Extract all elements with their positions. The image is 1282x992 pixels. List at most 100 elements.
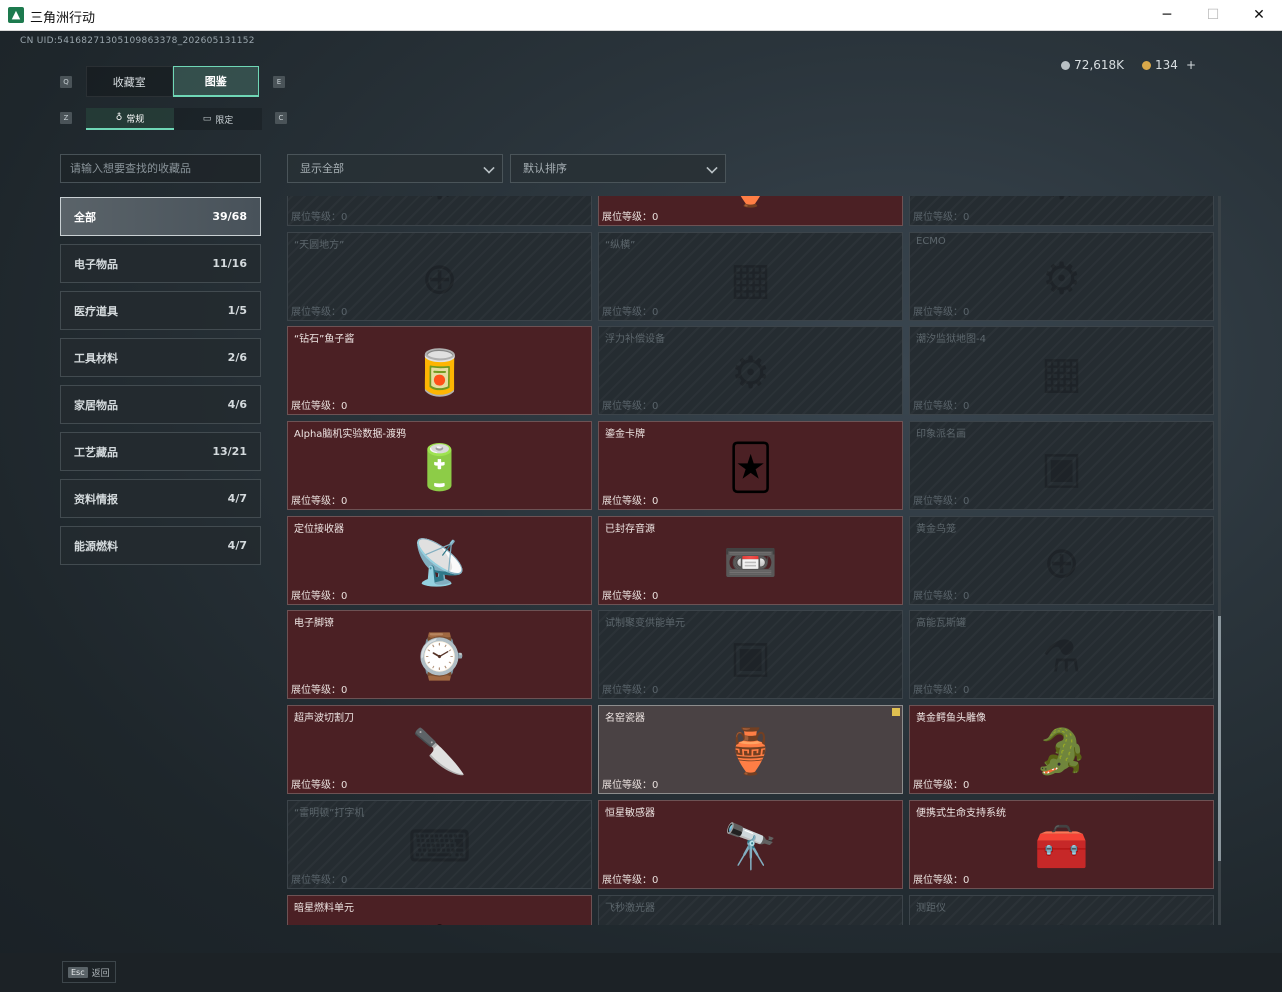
filter-dropdown[interactable]: 显示全部 — [287, 154, 503, 183]
item-image-icon: ▦ — [729, 253, 772, 305]
item-image-icon: ⚙ — [407, 196, 473, 217]
category-item[interactable]: 资料情报 4/7 — [60, 479, 261, 518]
category-label: 能源燃料 — [74, 539, 118, 553]
maximize-button[interactable]: ☐ — [1190, 0, 1236, 31]
item-name: 定位接收器 — [294, 524, 344, 535]
item-image-icon: ⌚ — [412, 631, 467, 683]
collection-card[interactable]: ⊕ “天圆地方” 展位等级：0 — [287, 232, 592, 321]
subtab-regular[interactable]: ♁ 常规 — [86, 108, 174, 130]
booth-level-label: 展位等级： — [913, 685, 963, 696]
item-image-icon: 📡 — [412, 537, 467, 589]
minimize-button[interactable]: ─ — [1144, 0, 1190, 31]
tab-catalog[interactable]: 图鉴 — [172, 66, 259, 97]
category-item[interactable]: 家居物品 4/6 — [60, 385, 261, 424]
grid-scroll-thumb[interactable] — [1218, 616, 1221, 861]
booth-level-value: 0 — [341, 685, 348, 696]
collection-card[interactable]: ⚙ 浮力补偿设备 展位等级：0 — [598, 326, 903, 415]
item-image-icon: 🧰 — [1034, 821, 1089, 873]
booth-level-label: 展位等级： — [602, 591, 652, 602]
collection-card[interactable]: ⌨ “雷明顿”打字机 展位等级：0 — [287, 800, 592, 889]
category-label: 家居物品 — [74, 398, 118, 412]
collection-card[interactable]: ⚙ 展位等级：0 — [909, 196, 1214, 226]
booth-level-label: 展位等级： — [291, 307, 341, 318]
booth-level-label: 展位等级： — [913, 875, 963, 886]
booth-level-value: 0 — [652, 401, 659, 412]
item-image-icon: ⚗ — [1041, 631, 1082, 683]
booth-level-label: 展位等级： — [291, 496, 341, 507]
q-key-hint: Q — [60, 76, 72, 88]
category-item[interactable]: 电子物品 11/16 — [60, 244, 261, 283]
back-button[interactable]: Esc 返回 — [62, 961, 116, 983]
category-item[interactable]: 医疗道具 1/5 — [60, 291, 261, 330]
subtab-limited[interactable]: ▭ 限定 — [174, 108, 262, 130]
item-name: 黄金鸟笼 — [916, 524, 956, 535]
tab-collection-room[interactable]: 收藏室 — [86, 66, 173, 97]
item-image-icon: ▦ — [1040, 347, 1083, 399]
collection-card[interactable]: 🔭 恒星敏感器 展位等级：0 — [598, 800, 903, 889]
collection-card[interactable]: ▣ 印象派名画 展位等级：0 — [909, 421, 1214, 510]
booth-level-label: 展位等级： — [913, 401, 963, 412]
collection-card[interactable]: ⚙ 飞秒激光器 — [598, 895, 903, 925]
item-name: 高能瓦斯罐 — [916, 618, 966, 629]
collection-card[interactable]: 🔪 超声波切割刀 展位等级：0 — [287, 705, 592, 794]
booth-level-value: 0 — [963, 780, 970, 791]
add-currency-button[interactable]: + — [1186, 58, 1196, 72]
collection-card[interactable]: ⚙ ECMO 展位等级：0 — [909, 232, 1214, 321]
category-label: 电子物品 — [74, 257, 118, 271]
close-button[interactable]: ✕ — [1236, 0, 1282, 31]
category-item[interactable]: 工具材料 2/6 — [60, 338, 261, 377]
booth-level-value: 0 — [963, 401, 970, 412]
category-label: 工具材料 — [74, 351, 118, 365]
collection-card[interactable]: ⊕ 黄金鸟笼 展位等级：0 — [909, 516, 1214, 605]
collection-card[interactable]: 🐊 黄金鳄鱼头雕像 展位等级：0 — [909, 705, 1214, 794]
collection-card[interactable]: 🃏 鎏金卡牌 展位等级：0 — [598, 421, 903, 510]
booth-level: 展位等级：0 — [913, 208, 969, 223]
booth-level-value: 0 — [652, 212, 659, 223]
booth-level-value: 0 — [341, 591, 348, 602]
item-name: 超声波切割刀 — [294, 713, 354, 724]
collection-card[interactable]: 📡 定位接收器展位等级：0 — [287, 516, 592, 605]
collection-card[interactable]: ▦ 潮汐监狱地图-4 展位等级：0 — [909, 326, 1214, 415]
category-item[interactable]: 工艺藏品 13/21 — [60, 432, 261, 471]
collection-card[interactable]: ⌚ 电子脚镣 展位等级：0 — [287, 610, 592, 699]
item-image-icon: ⚙ — [1041, 253, 1082, 305]
collection-card[interactable]: ⚙ 暗星燃料单元 — [287, 895, 592, 925]
collection-card[interactable]: ⚗ 高能瓦斯罐 展位等级：0 — [909, 610, 1214, 699]
collection-card[interactable]: 🧰 便携式生命支持系统 展位等级：0 — [909, 800, 1214, 889]
window-title: 三角洲行动 — [30, 11, 96, 26]
booth-level-label: 展位等级： — [291, 780, 341, 791]
game-viewport: CN UID:541682713051098633​78_20260513115… — [0, 31, 1282, 992]
booth-level-value: 0 — [341, 875, 348, 886]
item-image-icon: ▣ — [1040, 442, 1083, 494]
collection-card[interactable]: 🔋 Alpha脑机实验数据-渡鸦 展位等级：0 — [287, 421, 592, 510]
item-name: 浮力补偿设备 — [605, 334, 665, 345]
category-item[interactable]: 全部 39/68 — [60, 197, 261, 236]
item-name: 测距仪 — [916, 903, 946, 914]
collection-card[interactable]: 📼 已封存音源 展位等级：0 — [598, 516, 903, 605]
collection-card[interactable]: 🏺 展位等级：0 — [598, 196, 903, 226]
booth-level-value: 0 — [341, 307, 348, 318]
booth-level-label: 展位等级： — [913, 780, 963, 791]
filter-value: 显示全部 — [300, 162, 344, 175]
booth-level-label: 展位等级： — [602, 212, 652, 223]
booth-level-value: 0 — [963, 496, 970, 507]
item-image-icon: 🥫 — [412, 347, 467, 399]
category-item[interactable]: 能源燃料 4/7 — [60, 526, 261, 565]
collection-card[interactable]: 🏺 名窑瓷器 展位等级：0 — [598, 705, 903, 794]
item-name: 暗星燃料单元 — [294, 903, 354, 914]
window-titlebar: ▲ 三角洲行动 ─ ☐ ✕ — [0, 0, 1282, 31]
chevron-down-icon — [483, 162, 495, 174]
collection-card[interactable]: 🥫 “钻石”鱼子酱 展位等级：0 — [287, 326, 592, 415]
sort-dropdown[interactable]: 默认排序 — [510, 154, 726, 183]
booth-level: 展位等级：0 — [291, 587, 347, 602]
item-name: ECMO — [916, 236, 946, 247]
collection-card[interactable]: ▦ “纵横” 展位等级：0 — [598, 232, 903, 321]
collection-card[interactable]: ⚙ 展位等级：0 — [287, 196, 592, 226]
collection-card[interactable]: ▣ 试制聚变供能单元 展位等级：0 — [598, 610, 903, 699]
search-input[interactable]: 请输入想要查找的收藏品 — [60, 154, 261, 183]
collection-card[interactable]: ⚙ 测距仪 — [909, 895, 1214, 925]
booth-level: 展位等级：0 — [602, 208, 658, 223]
booth-level-label: 展位等级： — [291, 591, 341, 602]
item-image-icon: ⊕ — [1043, 537, 1080, 589]
booth-level: 展位等级：0 — [602, 776, 658, 791]
